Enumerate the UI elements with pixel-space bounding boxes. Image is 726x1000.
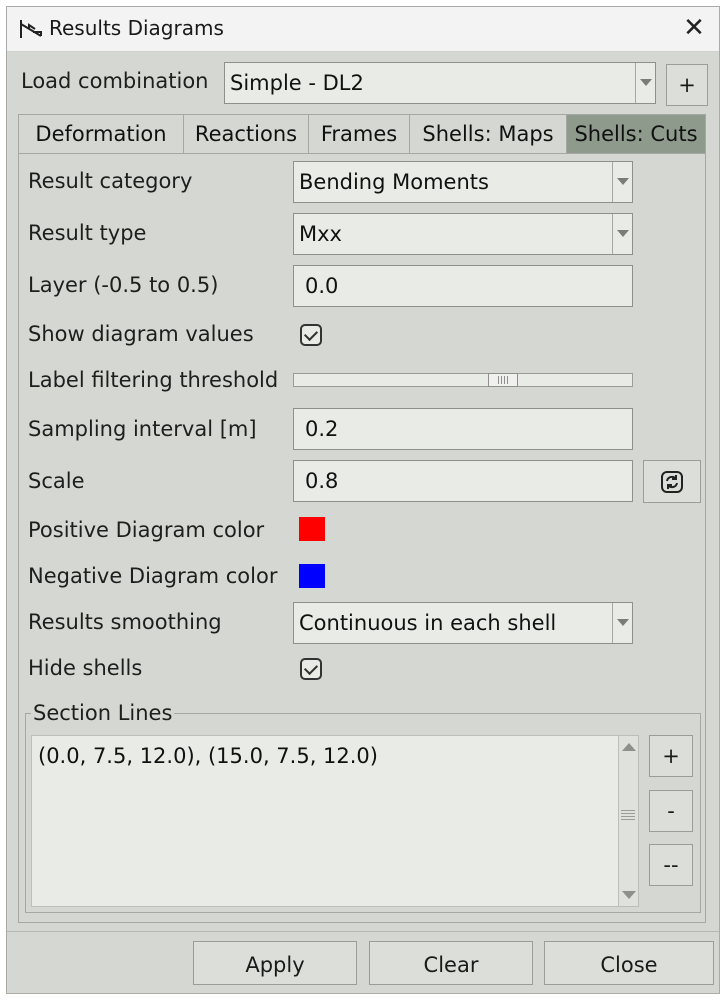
remove-section-line-button[interactable]: - [649, 790, 693, 832]
tab-bar: Deformation Reactions Frames Shells: Map… [18, 114, 706, 154]
footer-divider [7, 931, 719, 932]
add-combination-button[interactable]: + [666, 64, 708, 106]
refresh-scale-button[interactable] [643, 460, 701, 503]
tab-shells-cuts[interactable]: Shells: Cuts [566, 114, 706, 154]
show-diagram-values-checkbox[interactable] [300, 324, 322, 346]
close-button[interactable]: Close [544, 941, 714, 985]
clear-button[interactable]: Clear [369, 941, 533, 985]
scroll-down-icon[interactable] [622, 891, 636, 899]
negative-color-label: Negative Diagram color [28, 564, 278, 588]
result-type-value: Mxx [299, 222, 342, 246]
scale-label: Scale [28, 469, 85, 493]
result-category-select[interactable]: Bending Moments [293, 161, 633, 203]
results-smoothing-label: Results smoothing [28, 610, 222, 634]
chevron-down-icon[interactable] [635, 63, 655, 103]
chevron-down-icon[interactable] [612, 603, 632, 643]
section-lines-scrollbar[interactable] [618, 736, 638, 906]
scale-input[interactable]: 0.8 [293, 460, 633, 502]
close-icon[interactable]: ✕ [679, 13, 709, 43]
label-filtering-threshold-slider[interactable] [293, 373, 633, 387]
sampling-interval-input[interactable]: 0.2 [293, 408, 633, 450]
section-lines-textarea[interactable]: (0.0, 7.5, 12.0), (15.0, 7.5, 12.0) [31, 735, 639, 907]
tab-deformation[interactable]: Deformation [18, 114, 184, 154]
positive-color-swatch[interactable] [299, 517, 325, 541]
result-category-label: Result category [28, 169, 193, 193]
title-bar[interactable]: Results Diagrams ✕ [7, 7, 719, 52]
scroll-up-icon[interactable] [622, 743, 636, 751]
hide-shells-label: Hide shells [28, 656, 143, 680]
show-diagram-values-label: Show diagram values [28, 322, 254, 346]
chevron-down-icon[interactable] [612, 214, 632, 254]
results-smoothing-value: Continuous in each shell [299, 611, 557, 635]
results-diagrams-window: Results Diagrams ✕ Load combination Simp… [6, 6, 720, 994]
hide-shells-checkbox[interactable] [300, 658, 322, 680]
load-combination-label: Load combination [21, 69, 209, 93]
chevron-down-icon[interactable] [612, 162, 632, 202]
apply-button[interactable]: Apply [193, 941, 357, 985]
load-combination-value: Simple - DL2 [230, 71, 364, 95]
sampling-interval-label: Sampling interval [m] [28, 417, 257, 441]
tab-reactions[interactable]: Reactions [183, 114, 309, 154]
refresh-icon [661, 471, 683, 493]
negative-color-swatch[interactable] [299, 564, 325, 588]
tab-shells-maps[interactable]: Shells: Maps [409, 114, 567, 154]
label-filtering-threshold-label: Label filtering threshold [28, 368, 279, 392]
result-category-value: Bending Moments [299, 170, 489, 194]
section-lines-title: Section Lines [31, 701, 175, 725]
layer-label: Layer (-0.5 to 0.5) [28, 273, 219, 297]
tab-frames[interactable]: Frames [308, 114, 410, 154]
result-type-label: Result type [28, 221, 147, 245]
scroll-grip[interactable] [621, 810, 635, 822]
section-lines-text: (0.0, 7.5, 12.0), (15.0, 7.5, 12.0) [38, 744, 378, 768]
add-section-line-button[interactable]: + [649, 735, 693, 777]
layer-input[interactable]: 0.0 [293, 265, 633, 307]
positive-color-label: Positive Diagram color [28, 518, 265, 542]
slider-handle[interactable] [488, 373, 518, 387]
result-type-select[interactable]: Mxx [293, 213, 633, 255]
window-title: Results Diagrams [49, 16, 224, 40]
results-smoothing-select[interactable]: Continuous in each shell [293, 602, 633, 644]
load-combination-select[interactable]: Simple - DL2 [224, 62, 656, 104]
clear-section-lines-button[interactable]: -- [649, 844, 693, 886]
app-icon [20, 20, 42, 38]
